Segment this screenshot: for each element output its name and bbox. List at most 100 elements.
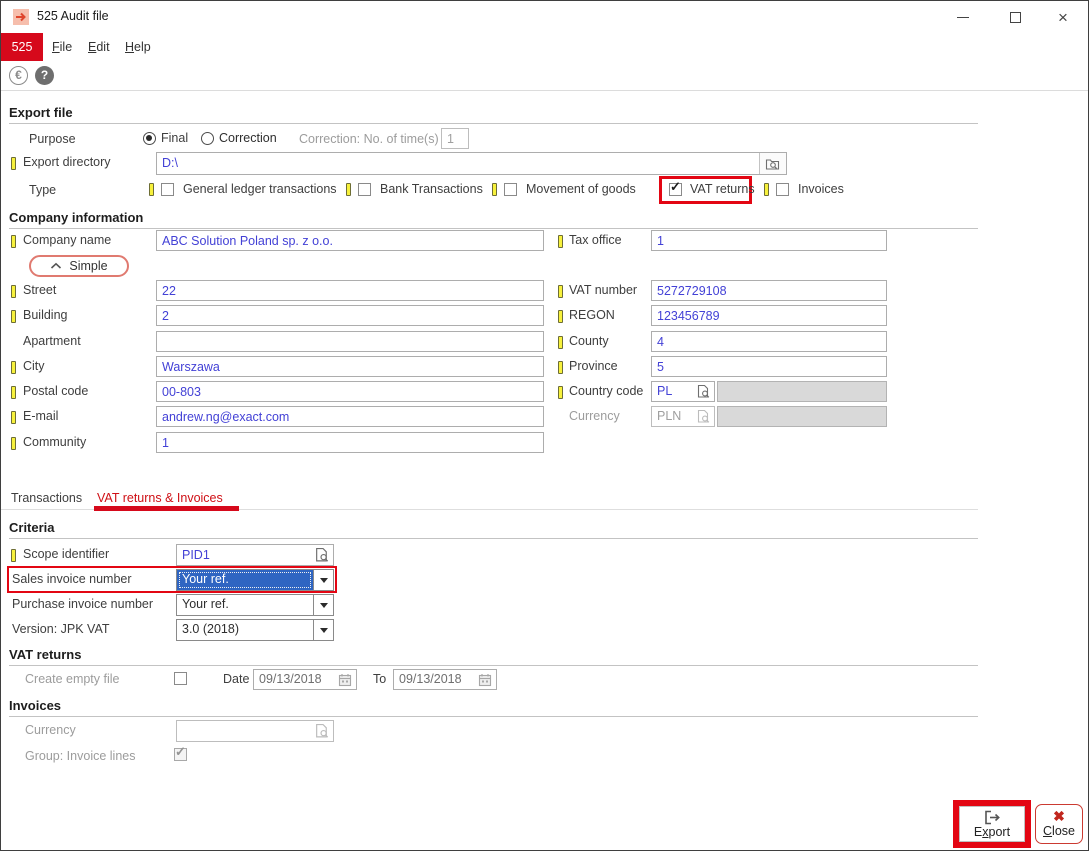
menu-bar: 525 File Edit Help: [1, 33, 1088, 62]
dropdown-arrow-button[interactable]: [313, 620, 333, 640]
email-field[interactable]: [156, 406, 544, 427]
city-field[interactable]: [156, 356, 544, 377]
scope-identifier-value: PID1: [182, 548, 210, 562]
tab-transactions[interactable]: Transactions: [11, 491, 82, 505]
regon-field[interactable]: [651, 305, 887, 326]
vat-number-label: VAT number: [569, 283, 637, 297]
menu-badge: 525: [1, 33, 43, 61]
county-label: County: [569, 334, 609, 348]
export-directory-value: D:\: [162, 156, 178, 170]
general-ledger-label[interactable]: General ledger transactions: [183, 182, 337, 196]
export-file-heading: Export file: [9, 105, 73, 120]
lookup-icon-disabled: [696, 409, 711, 424]
required-marker: [558, 336, 563, 349]
country-name-field-disabled: [717, 381, 887, 402]
help-icon[interactable]: ?: [35, 66, 54, 85]
tab-vat-returns-invoices[interactable]: VAT returns & Invoices: [97, 491, 223, 505]
country-code-field[interactable]: PL: [651, 381, 715, 402]
vat-returns-label[interactable]: VAT returns: [690, 182, 755, 196]
scope-identifier-field[interactable]: PID1: [176, 544, 334, 566]
divider: [9, 228, 978, 229]
date-from-value: 09/13/2018: [259, 672, 322, 686]
postal-code-field[interactable]: [156, 381, 544, 402]
province-field[interactable]: [651, 356, 887, 377]
building-label: Building: [23, 308, 67, 322]
menu-help[interactable]: Help: [125, 33, 151, 61]
country-code-value: PL: [657, 384, 672, 398]
create-empty-file-checkbox[interactable]: [174, 672, 187, 685]
purchase-invoice-dropdown[interactable]: Your ref.: [176, 594, 334, 616]
invoices-label[interactable]: Invoices: [798, 182, 844, 196]
maximize-button[interactable]: [997, 4, 1033, 30]
toolbar: € ?: [1, 61, 1088, 91]
menu-file[interactable]: File: [52, 33, 72, 61]
correction-times-input[interactable]: [441, 128, 469, 149]
apartment-label: Apartment: [23, 334, 81, 348]
export-icon: [984, 810, 1001, 825]
export-directory-label: Export directory: [23, 155, 111, 169]
chevron-up-icon: [50, 262, 62, 270]
final-radio[interactable]: [143, 132, 156, 145]
calendar-icon[interactable]: [478, 673, 492, 687]
tax-office-field[interactable]: [651, 230, 887, 251]
movement-goods-checkbox[interactable]: [504, 183, 517, 196]
required-marker: [346, 183, 351, 196]
lookup-icon[interactable]: [314, 547, 330, 563]
group-invoice-lines-checkbox: ✓: [174, 748, 187, 761]
vat-number-field[interactable]: [651, 280, 887, 301]
export-button[interactable]: Export: [959, 806, 1025, 842]
close-button-label: C: [1043, 824, 1052, 838]
bank-transactions-label[interactable]: Bank Transactions: [380, 182, 483, 196]
bank-transactions-checkbox[interactable]: [358, 183, 371, 196]
folder-search-icon: [765, 156, 780, 171]
apartment-field[interactable]: [156, 331, 544, 352]
date-from-field[interactable]: 09/13/2018: [253, 669, 357, 690]
company-info-heading: Company information: [9, 210, 143, 225]
company-name-field[interactable]: [156, 230, 544, 251]
country-code-label: Country code: [569, 384, 643, 398]
browse-directory-button[interactable]: [759, 153, 786, 174]
county-field[interactable]: [651, 331, 887, 352]
dropdown-arrow-button[interactable]: [313, 595, 333, 615]
city-label: City: [23, 359, 45, 373]
movement-goods-label[interactable]: Movement of goods: [526, 182, 636, 196]
chevron-down-icon: [320, 603, 328, 608]
vat-returns-checkbox[interactable]: ✓: [669, 183, 682, 196]
lookup-icon[interactable]: [696, 384, 711, 399]
postal-code-label: Postal code: [23, 384, 88, 398]
version-jpk-dropdown[interactable]: 3.0 (2018): [176, 619, 334, 641]
close-button[interactable]: ✖ Close: [1035, 804, 1083, 844]
province-label: Province: [569, 359, 618, 373]
community-field[interactable]: [156, 432, 544, 453]
required-marker: [11, 437, 16, 450]
correction-radio-label[interactable]: Correction: [219, 131, 277, 145]
sales-invoice-dropdown[interactable]: Your ref.: [176, 569, 334, 591]
purpose-label: Purpose: [29, 132, 76, 146]
minimize-button[interactable]: [945, 4, 981, 30]
general-ledger-checkbox[interactable]: [161, 183, 174, 196]
email-label: E-mail: [23, 409, 58, 423]
invoices-checkbox[interactable]: [776, 183, 789, 196]
menu-edit[interactable]: Edit: [88, 33, 110, 61]
currency-euro-icon[interactable]: €: [9, 66, 28, 85]
date-to-field[interactable]: 09/13/2018: [393, 669, 497, 690]
calendar-icon[interactable]: [338, 673, 352, 687]
divider: [9, 665, 978, 666]
currency-label: Currency: [569, 409, 620, 423]
dropdown-arrow-button[interactable]: [313, 570, 333, 590]
street-field[interactable]: [156, 280, 544, 301]
chevron-down-icon: [320, 578, 328, 583]
simple-toggle-button[interactable]: Simple: [29, 255, 129, 277]
building-field[interactable]: [156, 305, 544, 326]
divider: [9, 716, 978, 717]
group-invoice-lines-label: Group: Invoice lines: [25, 749, 135, 763]
correction-radio[interactable]: [201, 132, 214, 145]
required-marker: [11, 157, 16, 170]
divider: [9, 123, 978, 124]
correction-times-label: Correction: No. of time(s): [299, 132, 439, 146]
close-window-button[interactable]: ×: [1045, 4, 1081, 30]
export-directory-field[interactable]: D:\: [156, 152, 787, 175]
required-marker: [558, 285, 563, 298]
app-icon: [13, 9, 29, 25]
final-radio-label[interactable]: Final: [161, 131, 188, 145]
